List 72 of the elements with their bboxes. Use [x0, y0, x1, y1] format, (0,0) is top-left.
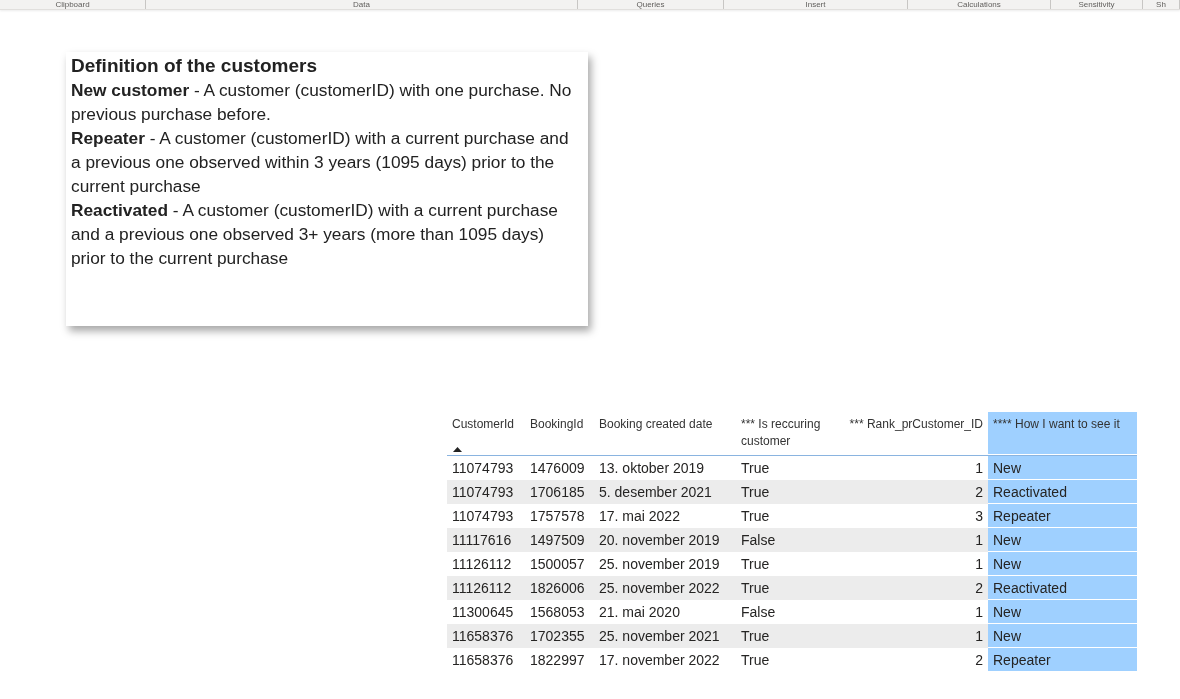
column-header[interactable]: CustomerId [447, 412, 525, 455]
table-cell-text: 1568053 [529, 603, 586, 622]
table-cell-text: 25. november 2021 [598, 627, 721, 646]
table-cell-text: 11126112 [451, 555, 513, 574]
table-cell-text: 11658376 [451, 627, 515, 646]
table-cell: Reactivated [988, 480, 1137, 504]
table-cell-text: 11074793 [451, 459, 515, 478]
table-cell: New [988, 528, 1137, 552]
table-cell-text: 1 [974, 603, 984, 622]
table-cell-text: True [740, 579, 771, 598]
table-cell-text: 20. november 2019 [598, 531, 721, 550]
table-cell-text: 1 [974, 555, 984, 574]
table-cell-text: True [740, 555, 771, 574]
column-header[interactable]: *** Is reccuring customer [736, 412, 830, 455]
table-cell-text: True [740, 651, 771, 670]
ribbon-group-label: Clipboard [0, 0, 146, 9]
table-cell: New [988, 456, 1137, 480]
table-cell-text: 1 [974, 531, 984, 550]
table-cell: Reactivated [988, 576, 1137, 600]
table-cell-text: False [740, 531, 777, 550]
table-cell-text: 1826006 [529, 579, 586, 598]
column-header[interactable]: Booking created date [594, 412, 736, 455]
table-cell-text: 1757578 [529, 507, 586, 526]
table-cell-text: 1476009 [529, 459, 586, 478]
table-cell-text: 1702355 [529, 627, 586, 646]
table-cell-text: 11074793 [451, 507, 515, 526]
table-cell-text: 21. mai 2020 [598, 603, 681, 622]
definition-text: Reactivated - A customer (customerID) with a current purchase and a previous one observed 3+ years (more than 1095 days) prior to the current purchase [71, 199, 559, 270]
table-cell: New [988, 624, 1137, 648]
ribbon-group-label: Data [146, 0, 578, 9]
table-cell: Repeater [988, 648, 1137, 672]
table-cell-text: 11300645 [451, 603, 515, 622]
card-title: Definition of the customers [71, 54, 318, 78]
column-header[interactable]: *** Rank_prCustomer_ID [830, 412, 988, 455]
table-cell-text: 25. november 2022 [598, 579, 721, 598]
table-cell-text: 1706185 [529, 483, 586, 502]
table-cell-text: 2 [974, 483, 984, 502]
table-cell-text: 1500057 [529, 555, 586, 574]
definition-text: New customer - A customer (customerID) with one purchase. No previous purchase before. [71, 79, 573, 126]
table-cell-text: True [740, 507, 771, 526]
table-cell-text: 11117616 [451, 531, 513, 550]
table-cell-text: 2 [974, 651, 984, 670]
column-header[interactable]: **** How I want to see it [988, 412, 1137, 455]
table-cell-text: False [740, 603, 777, 622]
table-cell-text: 17. mai 2022 [598, 507, 681, 526]
definition-text: Repeater - A customer (customerID) with a current purchase and a previous one observed within 3 years (1095 days) prior to the current purchase [71, 127, 570, 198]
table-cell-text: 5. desember 2021 [598, 483, 713, 502]
table-cell-text: 2 [974, 579, 984, 598]
ribbon-group-label: Calculations [908, 0, 1051, 9]
table-cell-text: 11658376 [451, 651, 515, 670]
ribbon-group-label: Sh [1143, 0, 1180, 9]
table-cell-text: 11126112 [451, 579, 513, 598]
table-cell-text: 3 [974, 507, 984, 526]
ribbon-group-label: Sensitivity [1051, 0, 1143, 9]
table-cell: New [988, 552, 1137, 576]
table-cell-text: 11074793 [451, 483, 515, 502]
table-cell-text: 25. november 2019 [598, 555, 721, 574]
table-cell-text: True [740, 627, 771, 646]
table-cell-text: 17. november 2022 [598, 651, 721, 670]
table-cell: New [988, 600, 1137, 624]
ribbon-group-label: Insert [724, 0, 908, 9]
ribbon-group-label: Queries [578, 0, 724, 9]
table-cell-text: 1497509 [529, 531, 586, 550]
table-cell-text: 1 [974, 459, 984, 478]
column-header[interactable]: BookingId [525, 412, 594, 455]
table-cell-text: 1822997 [529, 651, 586, 670]
table-cell: Repeater [988, 504, 1137, 528]
table-cell-text: 1 [974, 627, 984, 646]
table-cell-text: True [740, 483, 771, 502]
sort-ascending-icon [453, 447, 462, 452]
table-cell-text: 13. oktober 2019 [598, 459, 706, 478]
table-cell-text: True [740, 459, 771, 478]
